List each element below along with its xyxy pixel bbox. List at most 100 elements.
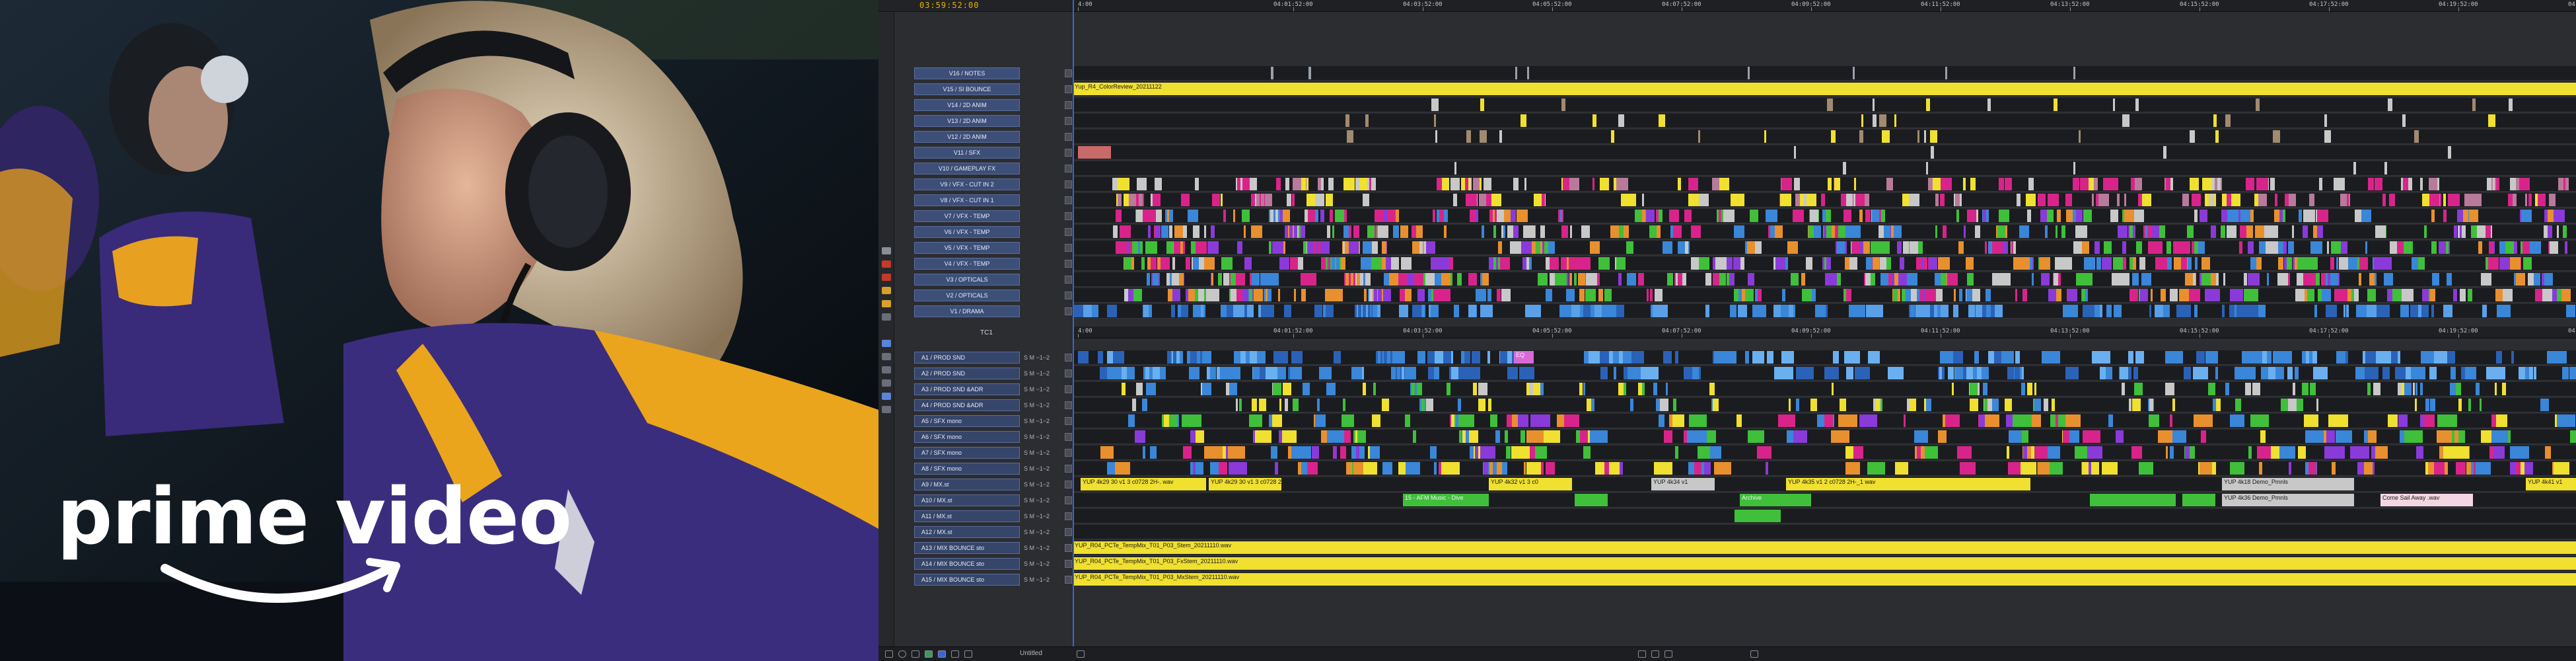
timeline-clip[interactable]: [2225, 114, 2231, 127]
timeline-clip[interactable]: [1926, 399, 1931, 411]
timeline-clip[interactable]: [2256, 257, 2262, 270]
timeline-clip[interactable]: [2502, 383, 2506, 395]
timeline-clip[interactable]: [1894, 273, 1898, 286]
timeline-clip[interactable]: [2303, 210, 2315, 222]
timeline-clip[interactable]: [2310, 241, 2322, 254]
timeline-clip[interactable]: [2359, 273, 2361, 286]
timeline-clip[interactable]: [1960, 462, 1976, 475]
timeline-clip[interactable]: [1687, 430, 1707, 443]
timeline-clip[interactable]: [1116, 210, 1122, 222]
timeline-clip[interactable]: [1444, 225, 1447, 238]
timeline-clip[interactable]: [2187, 225, 2194, 238]
timeline-clip[interactable]: [1548, 430, 1554, 443]
timeline-clip[interactable]: [2289, 194, 2296, 206]
timeline-clip[interactable]: [1398, 273, 1407, 286]
timeline-clip[interactable]: [1145, 367, 1149, 379]
timeline-clip[interactable]: [1317, 399, 1320, 411]
timeline-clip[interactable]: [1493, 225, 1496, 238]
track-row[interactable]: [1073, 241, 2576, 255]
timeline-clip[interactable]: [2443, 305, 2452, 317]
video-track-header[interactable]: V15 / SI BOUNCE: [914, 82, 1073, 97]
timeline-clip[interactable]: [2106, 305, 2112, 317]
timeline-clip[interactable]: [1917, 130, 1919, 143]
timeline-clip[interactable]: [2324, 210, 2328, 222]
timeline-clip[interactable]: [2246, 178, 2254, 190]
track-name[interactable]: A1 / PROD SND: [914, 352, 1020, 364]
timeline-clip[interactable]: [1363, 241, 1369, 254]
timeline-clip[interactable]: [1113, 351, 1124, 364]
timeline-clip[interactable]: [2267, 273, 2269, 286]
timeline-clip[interactable]: [1475, 178, 1480, 190]
timeline-clip[interactable]: [1542, 194, 1545, 206]
timeline-clip[interactable]: [1143, 446, 1145, 459]
timeline-clip[interactable]: [2256, 98, 2260, 111]
timeline-clip[interactable]: [2163, 146, 2166, 159]
track-lock-icon[interactable]: [1065, 354, 1072, 362]
timeline-clip[interactable]: [1755, 241, 1762, 254]
timeline-clip[interactable]: [1970, 383, 1978, 395]
timeline-clip[interactable]: [1999, 178, 2004, 190]
timeline-clip[interactable]: [2486, 225, 2491, 238]
timeline-clip[interactable]: [2021, 383, 2025, 395]
track-row[interactable]: [1073, 366, 2576, 381]
track-name[interactable]: V11 / SFX: [914, 147, 1020, 159]
timeline-clip[interactable]: [1172, 257, 1175, 270]
timeline-clip[interactable]: [2447, 351, 2455, 364]
timeline-clip[interactable]: [2566, 305, 2575, 317]
timeline-clip[interactable]: [1361, 257, 1371, 270]
timeline-clip[interactable]: [2231, 194, 2240, 206]
timeline-clip[interactable]: [1291, 446, 1311, 459]
timeline-clip[interactable]: [1613, 351, 1619, 364]
timeline-clip[interactable]: [1834, 178, 1840, 190]
timeline-clip[interactable]: [1133, 289, 1142, 301]
timeline-clip[interactable]: [1964, 225, 1966, 238]
record-icon[interactable]: [882, 260, 891, 268]
timeline-clip[interactable]: [2505, 241, 2514, 254]
timeline-clip[interactable]: [1264, 289, 1271, 301]
timeline-clip[interactable]: [1301, 225, 1305, 238]
timeline-clip[interactable]: [2205, 351, 2218, 364]
timeline-clip[interactable]: [2292, 225, 2294, 238]
timeline-clip[interactable]: [2402, 114, 2406, 127]
timeline-clip[interactable]: [2015, 367, 2019, 379]
audio-track-header[interactable]: A8 / SFX mono S M ~1~2: [914, 461, 1073, 476]
track-name[interactable]: A10 / MX.st: [914, 494, 1020, 506]
timeline-clip[interactable]: [1647, 289, 1649, 301]
timeline-clip[interactable]: [1910, 241, 1918, 254]
timeline-clip[interactable]: [2020, 367, 2022, 379]
timeline-clip[interactable]: [2149, 399, 2153, 411]
timeline-clip[interactable]: [2213, 114, 2217, 127]
zoom-in-icon[interactable]: [1664, 650, 1672, 658]
timeline-clip[interactable]: [1580, 257, 1591, 270]
timeline-clip[interactable]: [1487, 289, 1491, 301]
timeline-clip[interactable]: [1365, 114, 1369, 127]
timeline-clip[interactable]: [1821, 194, 1825, 206]
timeline-clip[interactable]: [2388, 98, 2392, 111]
timeline-clip[interactable]: [2434, 351, 2447, 364]
timeline-clip[interactable]: [2124, 194, 2126, 206]
timeline-clip[interactable]: [1266, 289, 1268, 301]
timeline-clip[interactable]: [1759, 351, 1764, 364]
timeline-clip[interactable]: [2259, 462, 2262, 475]
track-solo-mute-controls[interactable]: S M ~1~2: [1024, 527, 1062, 537]
timeline-clip[interactable]: [1389, 273, 1398, 286]
timeline-clip[interactable]: [2404, 430, 2423, 443]
timeline-clip[interactable]: [2314, 305, 2317, 317]
timeline-clip[interactable]: [1120, 225, 1126, 238]
timeline-clip[interactable]: [1992, 399, 1999, 411]
timeline-clip[interactable]: [1465, 178, 1468, 190]
timeline-clip[interactable]: [1895, 462, 1908, 475]
timeline-clip[interactable]: [2056, 225, 2057, 238]
timeline-clip[interactable]: [1814, 225, 1821, 238]
timeline-clip[interactable]: [1254, 351, 1257, 364]
timeline-clip[interactable]: [1719, 210, 1721, 222]
timeline-clip[interactable]: [1308, 273, 1316, 286]
timeline-clip[interactable]: [2034, 399, 2041, 411]
timeline-clip[interactable]: [1781, 178, 1792, 190]
timeline-clip[interactable]: [2480, 399, 2482, 411]
timeline-clip[interactable]: [2172, 351, 2183, 364]
timeline-clip[interactable]: [1865, 210, 1871, 222]
timeline-clip[interactable]: [2192, 178, 2199, 190]
timeline-clip[interactable]: [2555, 414, 2557, 427]
timeline-clip[interactable]: [1233, 210, 1235, 222]
